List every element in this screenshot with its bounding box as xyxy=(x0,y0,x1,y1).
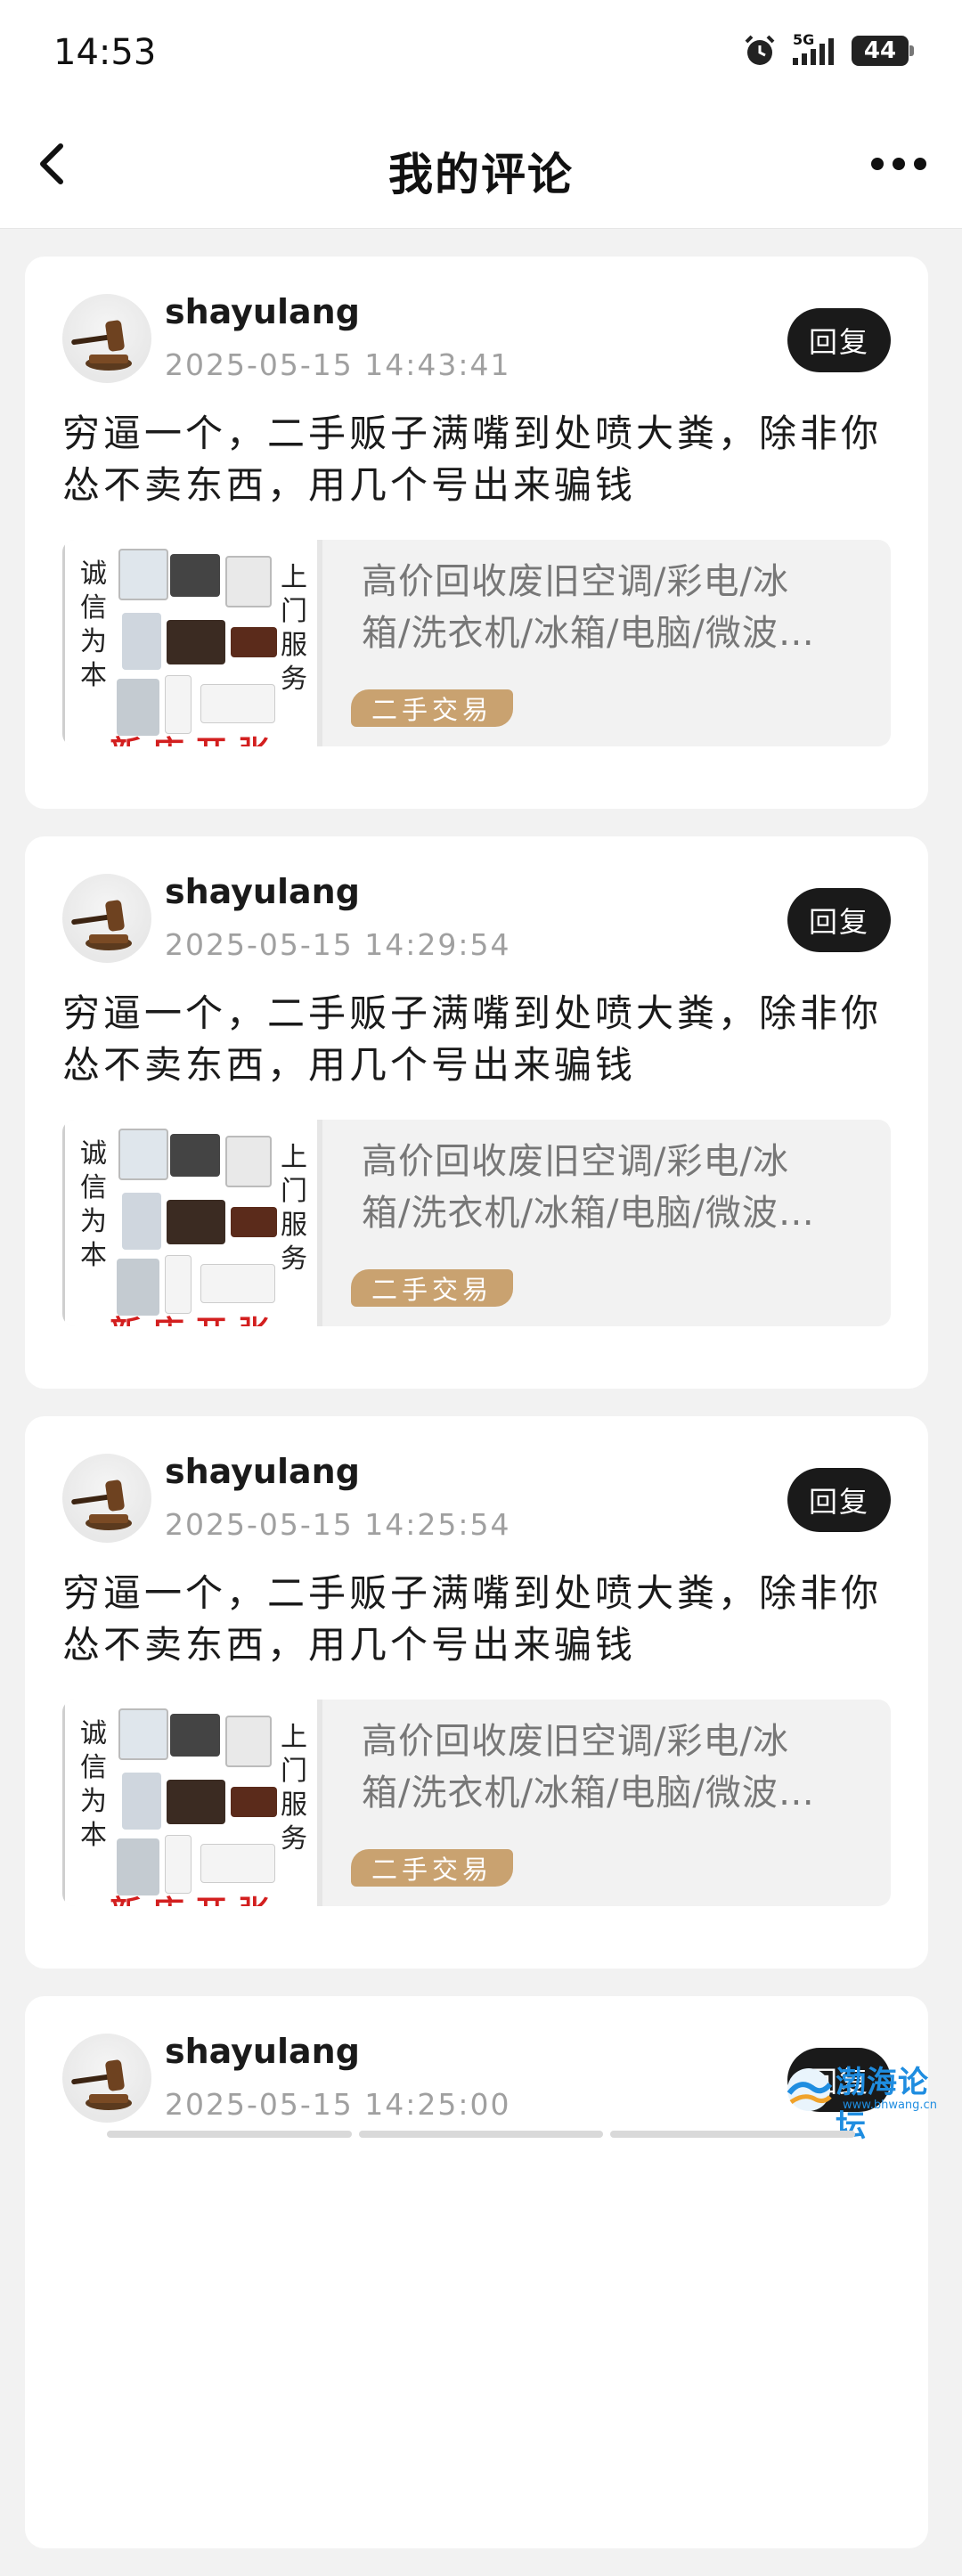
air-conditioner-image xyxy=(200,684,275,723)
reply-button[interactable]: 回复 xyxy=(787,1468,891,1532)
gavel-icon xyxy=(62,1454,151,1543)
post-thumbnail: 诚信为本 上门服务 新店开张 xyxy=(62,1700,322,1906)
forum-watermark: 渤海论坛 www.bhwang.cn xyxy=(782,2058,942,2120)
network-label: 5G xyxy=(793,31,814,48)
username[interactable]: shayulang xyxy=(165,1452,360,1491)
thumb-slogan-left: 诚信为本 xyxy=(77,1137,110,1273)
gavel-icon xyxy=(62,2034,151,2123)
microwave-image xyxy=(231,627,277,657)
avatar[interactable] xyxy=(62,874,151,963)
computer-image xyxy=(170,1134,220,1177)
category-badge: 二手交易 xyxy=(351,1269,513,1307)
nav-bar: 我的评论 xyxy=(0,107,962,229)
dryer-image xyxy=(225,1716,272,1767)
microwave-image xyxy=(231,1207,277,1237)
tv-image xyxy=(167,1200,225,1244)
signal-icon: 5G xyxy=(791,35,837,67)
comment-text: 穷逼一个，二手贩子满嘴到处喷大粪，除非你怂不卖东西，用几个号出来骗钱 xyxy=(62,988,891,1091)
post-title: 高价回收废旧空调/彩电/冰 箱/洗衣机/冰箱/电脑/微波… xyxy=(362,556,860,659)
air-conditioner-image xyxy=(200,1844,275,1883)
washing-machine-image xyxy=(118,1708,168,1760)
fridge-image xyxy=(165,675,192,734)
bottom-indicator xyxy=(107,2131,855,2138)
timestamp: 2025-05-15 14:43:41 xyxy=(165,347,510,382)
thumb-banner-text: 新店开张 xyxy=(110,1887,281,1906)
computer-image xyxy=(170,1714,220,1757)
post-title-line: 箱/洗衣机/冰箱/电脑/微波… xyxy=(362,1187,860,1239)
post-title: 高价回收废旧空调/彩电/冰 箱/洗衣机/冰箱/电脑/微波… xyxy=(362,1716,860,1819)
air-conditioner-image xyxy=(200,1264,275,1303)
reply-button[interactable]: 回复 xyxy=(787,308,891,372)
username[interactable]: shayulang xyxy=(165,2032,360,2071)
gavel-icon xyxy=(62,294,151,383)
tv-image xyxy=(167,620,225,664)
battery-icon: 44 xyxy=(852,36,909,66)
status-bar: 14:53 5G 44 xyxy=(0,0,962,107)
comment-text: 穷逼一个，二手贩子满嘴到处喷大粪，除非你怂不卖东西，用几个号出来骗钱 xyxy=(62,408,891,511)
post-preview[interactable]: 诚信为本 上门服务 新店开张 高价回收废旧空调/彩电/冰 箱/洗衣机/冰箱/电脑… xyxy=(62,1700,891,1906)
avatar[interactable] xyxy=(62,1454,151,1543)
post-title-line: 高价回收废旧空调/彩电/冰 xyxy=(362,556,860,607)
avatar[interactable] xyxy=(62,2034,151,2123)
comment-card[interactable]: shayulang 2025-05-15 14:25:54 回复 穷逼一个，二手… xyxy=(25,1416,928,1969)
fridge-image xyxy=(122,1773,161,1830)
washing-machine-image xyxy=(118,549,168,600)
thumb-banner-text: 新店开张 xyxy=(110,727,281,746)
thumb-slogan-right: 上门服务 xyxy=(278,1721,310,1856)
computer-image xyxy=(170,554,220,597)
thumb-slogan-left: 诚信为本 xyxy=(77,558,110,693)
avatar[interactable] xyxy=(62,294,151,383)
fridge-image xyxy=(165,1255,192,1314)
washing-machine-image xyxy=(118,1129,168,1180)
thumb-slogan-left: 诚信为本 xyxy=(77,1717,110,1853)
username[interactable]: shayulang xyxy=(165,872,360,911)
tv-image xyxy=(167,1780,225,1824)
comment-card[interactable]: shayulang 2025-05-15 14:29:54 回复 穷逼一个，二手… xyxy=(25,836,928,1389)
comment-list: shayulang 2025-05-15 14:43:41 回复 穷逼一个，二手… xyxy=(25,257,928,2576)
comment-card[interactable]: shayulang 2025-05-15 14:43:41 回复 穷逼一个，二手… xyxy=(25,257,928,809)
post-preview[interactable]: 诚信为本 上门服务 新店开张 高价回收废旧空调/彩电/冰 箱/洗衣机/冰箱/电脑… xyxy=(62,540,891,746)
alarm-icon xyxy=(743,34,777,68)
reply-button[interactable]: 回复 xyxy=(787,888,891,952)
category-badge: 二手交易 xyxy=(351,689,513,727)
fridge-image xyxy=(165,1835,192,1894)
post-title: 高价回收废旧空调/彩电/冰 箱/洗衣机/冰箱/电脑/微波… xyxy=(362,1136,860,1239)
post-preview[interactable]: 诚信为本 上门服务 新店开张 高价回收废旧空调/彩电/冰 箱/洗衣机/冰箱/电脑… xyxy=(62,1120,891,1326)
post-title-line: 高价回收废旧空调/彩电/冰 xyxy=(362,1136,860,1187)
status-time: 14:53 xyxy=(53,32,156,73)
microwave-image xyxy=(231,1787,277,1817)
category-badge: 二手交易 xyxy=(351,1849,513,1887)
post-thumbnail: 诚信为本 上门服务 新店开张 xyxy=(62,540,322,746)
dryer-image xyxy=(225,1136,272,1187)
thumb-slogan-right: 上门服务 xyxy=(278,561,310,697)
page-title: 我的评论 xyxy=(0,139,962,203)
username[interactable]: shayulang xyxy=(165,292,360,331)
more-options-icon[interactable] xyxy=(871,153,928,175)
wave-logo-icon xyxy=(782,2063,836,2116)
thumb-slogan-right: 上门服务 xyxy=(278,1141,310,1276)
thumb-banner-text: 新店开张 xyxy=(110,1307,281,1326)
timestamp: 2025-05-15 14:25:00 xyxy=(165,2087,510,2122)
post-title-line: 箱/洗衣机/冰箱/电脑/微波… xyxy=(362,607,860,659)
post-title-line: 高价回收废旧空调/彩电/冰 xyxy=(362,1716,860,1767)
gavel-icon xyxy=(62,874,151,963)
post-thumbnail: 诚信为本 上门服务 新店开张 xyxy=(62,1120,322,1326)
dryer-image xyxy=(225,556,272,607)
timestamp: 2025-05-15 14:25:54 xyxy=(165,1507,510,1542)
comment-text: 穷逼一个，二手贩子满嘴到处喷大粪，除非你怂不卖东西，用几个号出来骗钱 xyxy=(62,1568,891,1671)
watermark-url: www.bhwang.cn xyxy=(843,2099,937,2112)
post-title-line: 箱/洗衣机/冰箱/电脑/微波… xyxy=(362,1767,860,1819)
fridge-image xyxy=(122,613,161,670)
status-icons: 5G 44 xyxy=(743,34,909,68)
fridge-image xyxy=(122,1193,161,1250)
timestamp: 2025-05-15 14:29:54 xyxy=(165,927,510,962)
